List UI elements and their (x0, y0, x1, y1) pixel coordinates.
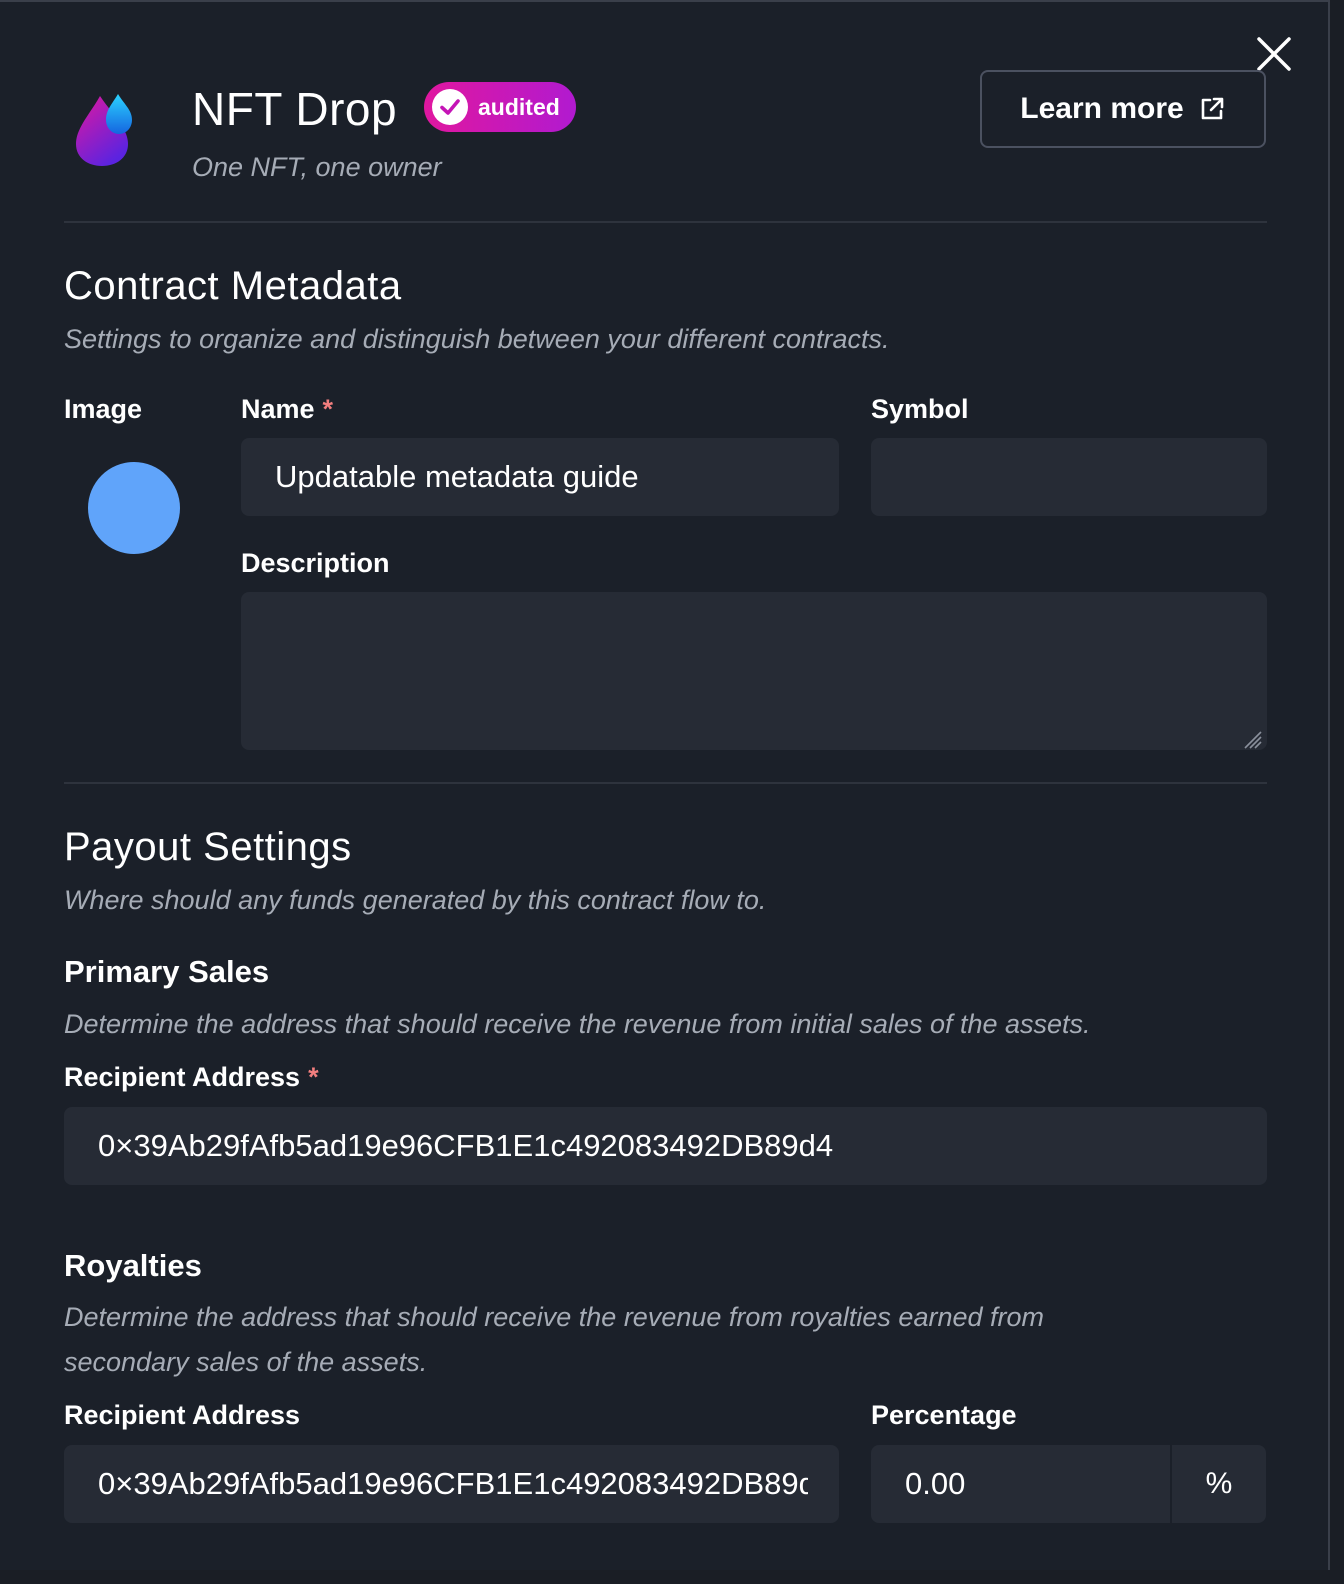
check-circle-icon (432, 89, 468, 125)
symbol-label: Symbol (871, 394, 969, 424)
modal-header: NFT Drop audited One NFT, one owner Lear… (0, 2, 1328, 224)
required-asterisk: * (322, 394, 334, 424)
royalty-recipient-value: 0×39Ab29fAfb5ad19e96CFB1E1c492083492DB89… (98, 1466, 808, 1501)
payout-settings-heading: Payout Settings (64, 825, 352, 869)
contract-image-upload[interactable] (88, 462, 180, 554)
royalty-recipient-input[interactable]: 0×39Ab29fAfb5ad19e96CFB1E1c492083492DB89… (64, 1445, 839, 1523)
primary-recipient-label-text: Recipient Address (64, 1062, 301, 1092)
percentage-label: Percentage (871, 1400, 1017, 1430)
required-asterisk: * (308, 1062, 319, 1092)
royalties-heading: Royalties (64, 1248, 202, 1283)
royalties-description-line2: secondary sales of the assets. (64, 1347, 428, 1377)
symbol-input[interactable] (871, 438, 1267, 516)
percent-addon: % (1170, 1445, 1266, 1523)
nft-drop-logo-icon (70, 88, 142, 172)
payout-settings-description: Where should any funds generated by this… (64, 885, 767, 915)
name-label: Name * (241, 394, 333, 425)
name-input[interactable]: Updatable metadata guide (241, 438, 839, 516)
learn-more-label: Learn more (1020, 92, 1184, 125)
badge-label: audited (478, 93, 560, 120)
royalty-recipient-label: Recipient Address (64, 1400, 301, 1430)
contract-title: NFT Drop (192, 83, 398, 135)
percentage-input[interactable]: 0.00 (871, 1445, 1171, 1523)
header-divider (64, 221, 1267, 223)
image-label: Image (64, 394, 143, 424)
metadata-divider (64, 782, 1267, 784)
description-label: Description (241, 548, 390, 578)
contract-subtitle: One NFT, one owner (192, 152, 442, 182)
contract-metadata-description: Settings to organize and distinguish bet… (64, 324, 890, 354)
primary-recipient-input[interactable]: 0×39Ab29fAfb5ad19e96CFB1E1c492083492DB89… (64, 1107, 1267, 1185)
learn-more-button[interactable]: Learn more (980, 70, 1266, 148)
description-textarea[interactable] (241, 592, 1267, 750)
primary-recipient-label: Recipient Address * (64, 1062, 319, 1093)
audited-badge: audited (424, 82, 576, 132)
name-label-text: Name (241, 394, 315, 424)
primary-sales-heading: Primary Sales (64, 954, 270, 989)
royalties-description-line1: Determine the address that should receiv… (64, 1302, 1045, 1332)
primary-sales-description: Determine the address that should receiv… (64, 1009, 1091, 1039)
deploy-contract-modal: NFT Drop audited One NFT, one owner Lear… (0, 0, 1330, 1570)
resize-handle-icon[interactable] (1239, 722, 1263, 749)
contract-metadata-heading: Contract Metadata (64, 264, 402, 308)
external-link-icon (1198, 95, 1226, 123)
